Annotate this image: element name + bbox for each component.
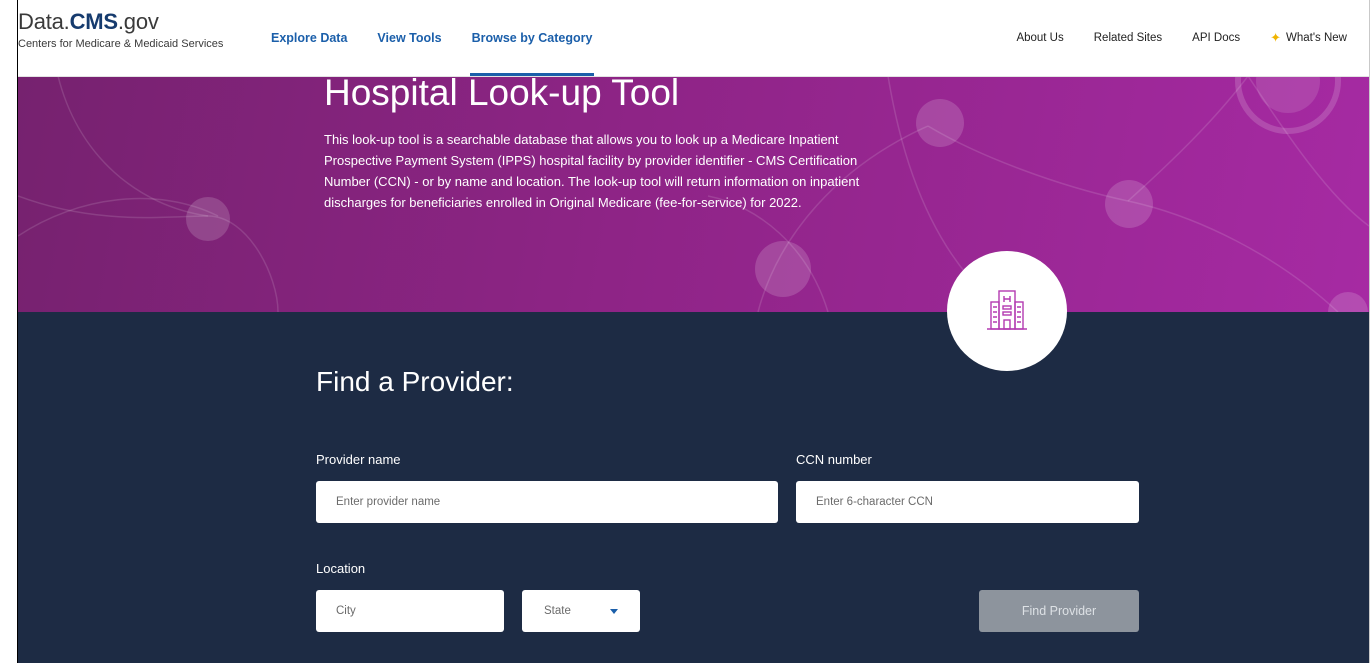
provider-name-label: Provider name: [316, 452, 401, 467]
site-header: Data.CMS.gov Centers for Medicare & Medi…: [18, 0, 1369, 77]
site-logo[interactable]: Data.CMS.gov Centers for Medicare & Medi…: [18, 10, 224, 51]
util-api-docs[interactable]: API Docs: [1192, 32, 1240, 44]
page-title: Hospital Look-up Tool: [324, 76, 680, 113]
chevron-down-icon: [610, 608, 618, 614]
page-left-border: [17, 0, 18, 663]
hero-description: This look-up tool is a searchable databa…: [324, 132, 860, 210]
logo-prefix: Data.: [18, 9, 70, 34]
logo-suffix: .gov: [117, 9, 159, 34]
logo-brand: CMS: [69, 9, 118, 34]
page-left-margin: [0, 0, 17, 663]
sparkle-icon: ✦: [1270, 30, 1281, 45]
find-provider-heading: Find a Provider:: [316, 366, 514, 397]
logo-wordmark: Data.CMS.gov: [18, 10, 223, 34]
nav-browse-by-category[interactable]: Browse by Category: [469, 0, 595, 76]
util-whats-new-label: What's New: [1286, 32, 1347, 44]
util-related-sites-label: Related Sites: [1093, 32, 1163, 44]
util-related-sites[interactable]: Related Sites: [1094, 32, 1162, 44]
nav-explore-data[interactable]: Explore Data: [271, 0, 347, 76]
state-select[interactable]: State: [522, 590, 640, 632]
hospital-badge: [947, 251, 1067, 371]
hero-banner: Hospital Look-up Tool This look-up tool …: [18, 76, 1369, 312]
provider-name-input[interactable]: [316, 481, 778, 523]
nav-view-tools[interactable]: View Tools: [377, 0, 441, 76]
logo-subtitle: Centers for Medicare & Medicaid Services: [18, 38, 224, 50]
main-nav: Explore Data View Tools Browse by Catego…: [271, 0, 622, 76]
ccn-label: CCN number: [796, 452, 872, 467]
city-input[interactable]: [316, 590, 504, 632]
ccn-input[interactable]: [796, 481, 1139, 523]
state-select-value: State: [544, 605, 571, 617]
util-about-us-label: About Us: [1016, 32, 1064, 44]
utility-nav: About Us Related Sites API Docs ✦ What's …: [986, 0, 1347, 76]
find-provider-section: Find a Provider: Provider name CCN numbe…: [18, 312, 1369, 663]
location-label: Location: [316, 561, 366, 576]
find-provider-button-label: Find Provider: [1021, 604, 1097, 618]
util-whats-new[interactable]: ✦ What's New: [1270, 30, 1347, 46]
util-about-us[interactable]: About Us: [1016, 32, 1063, 44]
hospital-building-icon: [987, 290, 1027, 330]
util-api-docs-label: API Docs: [1192, 32, 1241, 44]
find-provider-button[interactable]: Find Provider: [979, 590, 1139, 632]
